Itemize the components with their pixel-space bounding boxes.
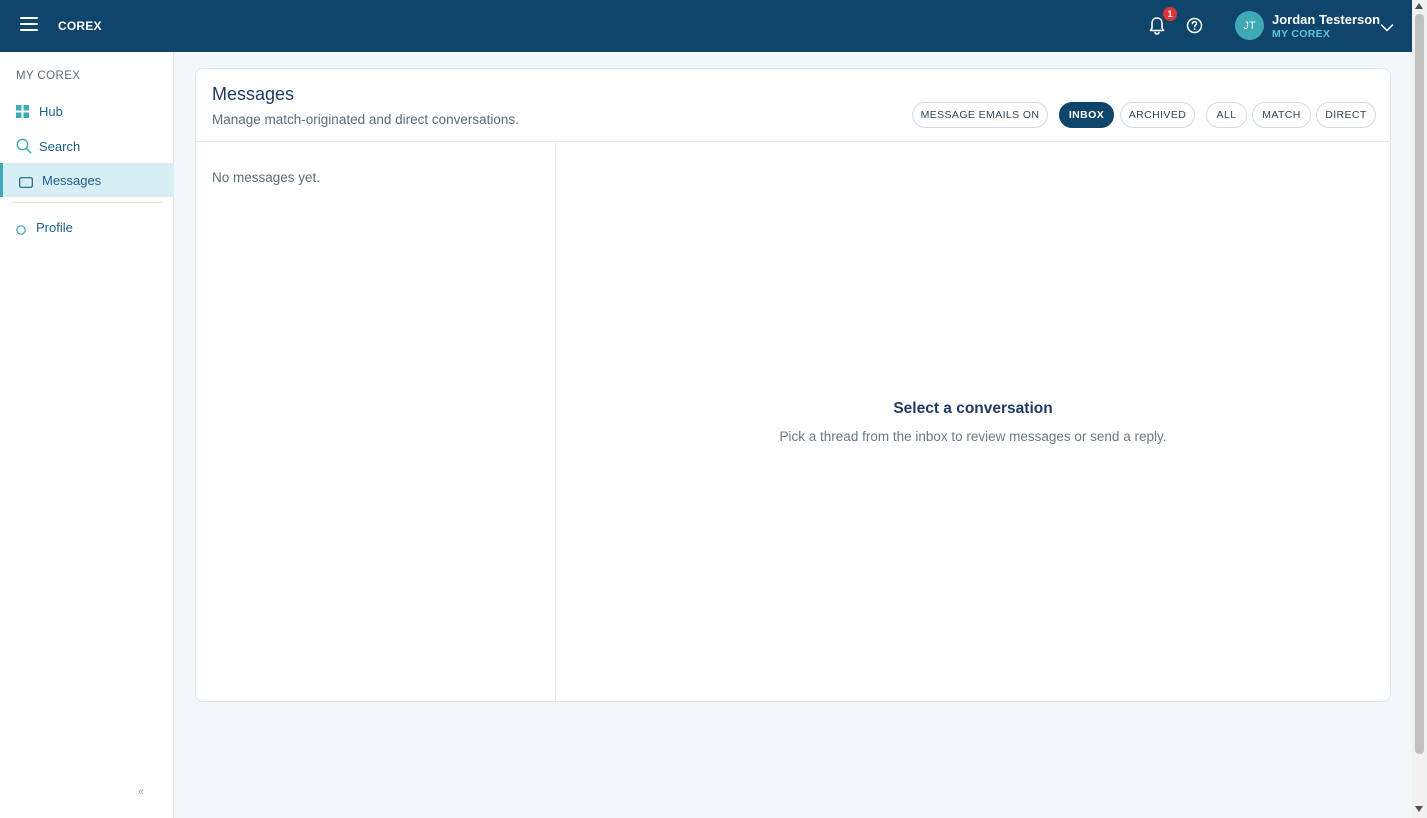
sidebar-item-messages[interactable]: Messages	[0, 163, 174, 197]
scroll-thumb[interactable]	[1415, 14, 1424, 754]
direct-filter-button[interactable]: DIRECT	[1316, 102, 1376, 128]
sidebar-item-search[interactable]: Search	[0, 129, 174, 163]
message-emails-toggle[interactable]: MESSAGE EMAILS ON	[912, 102, 1048, 128]
sidebar-divider	[12, 202, 162, 203]
user-subtitle: MY COREX	[1272, 28, 1331, 40]
search-icon	[16, 138, 32, 154]
conversation-detail: Select a conversation Pick a thread from…	[556, 142, 1390, 702]
circle-icon	[16, 222, 26, 235]
sidebar-item-profile[interactable]: Profile	[0, 210, 174, 244]
archived-filter-button[interactable]: ARCHIVED	[1120, 102, 1195, 128]
sidebar-item-label: Hub	[39, 103, 63, 119]
sidebar-item-label: Messages	[42, 172, 102, 188]
page-title: Messages	[212, 84, 295, 104]
chevron-down-icon[interactable]	[1380, 20, 1394, 32]
messages-card: Messages Manage match-originated and dir…	[195, 68, 1391, 702]
grid-icon	[16, 104, 29, 118]
top-bar: COREX 1 JT Jordan Testerson MY COREX	[0, 0, 1412, 52]
notification-badge: 1	[1163, 7, 1177, 21]
avatar[interactable]: JT	[1235, 11, 1264, 40]
help-icon[interactable]	[1186, 17, 1203, 34]
collapse-sidebar-button[interactable]: «	[138, 786, 144, 798]
scroll-up-arrow-icon[interactable]	[1415, 3, 1423, 9]
empty-state-title: Select a conversation	[893, 400, 1053, 417]
empty-list-text: No messages yet.	[212, 170, 321, 185]
all-filter-button[interactable]: ALL	[1206, 102, 1247, 128]
empty-state-subtitle: Pick a thread from the inbox to review m…	[779, 429, 1167, 444]
inbox-filter-button[interactable]: INBOX	[1059, 102, 1114, 128]
page-subtitle: Manage match-originated and direct conve…	[212, 112, 519, 127]
sidebar: MY COREX Hub Search Messages Profile «	[0, 52, 174, 818]
user-menu[interactable]: Jordan Testerson MY COREX	[1272, 12, 1380, 40]
scroll-down-arrow-icon[interactable]	[1415, 806, 1423, 812]
bell-icon[interactable]	[1148, 16, 1166, 36]
message-icon	[19, 175, 33, 188]
brand-logo[interactable]: COREX	[58, 19, 102, 33]
sidebar-item-label: Search	[39, 138, 81, 154]
sidebar-item-label: Profile	[36, 219, 73, 235]
sidebar-item-hub[interactable]: Hub	[0, 94, 174, 128]
page-scrollbar[interactable]	[1412, 0, 1427, 818]
match-filter-button[interactable]: MATCH	[1252, 102, 1311, 128]
conversation-list: No messages yet.	[196, 142, 556, 702]
messages-header: Messages Manage match-originated and dir…	[196, 69, 1390, 142]
user-name: Jordan Testerson	[1272, 12, 1381, 27]
sidebar-heading: MY COREX	[16, 70, 81, 82]
menu-icon[interactable]	[20, 17, 38, 33]
